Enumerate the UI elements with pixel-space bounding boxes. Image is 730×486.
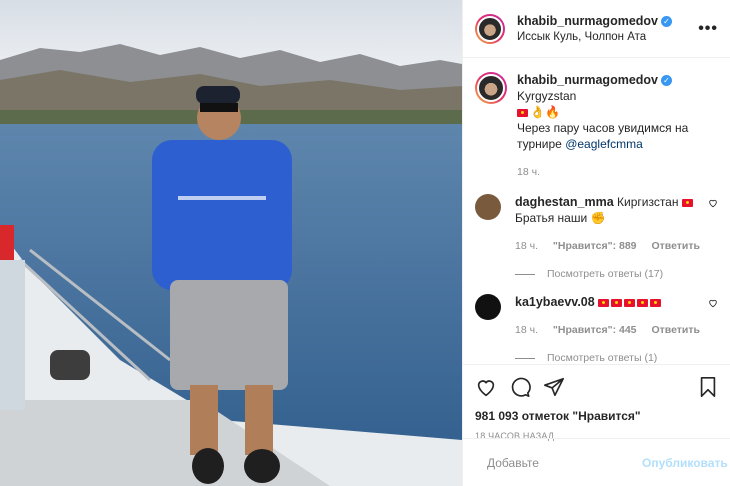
comment-emoji: ✊ [590, 211, 606, 225]
commenter-avatar[interactable] [475, 294, 501, 320]
comment-username[interactable]: ka1ybaevv.08 [515, 295, 595, 309]
author-avatar[interactable] [475, 13, 505, 44]
kyrgyzstan-flag-icon [624, 298, 636, 307]
comment-time[interactable]: 18 ч. [515, 240, 538, 252]
view-replies-label: Посмотреть ответы (1) [547, 352, 658, 364]
comment-item: daghestan_mma Киргизстан Братья наши ✊ 1… [475, 194, 718, 254]
post-side-panel: khabib_nurmagomedov ✓ Иссык Куль, Чолпон … [462, 0, 730, 486]
kyrgyzstan-flag-icon [681, 198, 693, 207]
view-replies-button[interactable]: Посмотреть ответы (1) [515, 352, 718, 364]
add-comment-bar: Опубликовать [463, 438, 730, 486]
like-comment-heart-icon[interactable] [708, 198, 718, 208]
comment-input[interactable] [487, 455, 642, 470]
commenter-avatar[interactable] [475, 194, 501, 220]
kyrgyzstan-flag-icon [650, 298, 662, 307]
post-photo[interactable] [0, 0, 462, 486]
kyrgyzstan-flag-icon [517, 108, 528, 117]
comment-text-lead: Киргизстан [617, 195, 679, 209]
author-username[interactable]: khabib_nurmagomedov [517, 14, 658, 28]
reply-button[interactable]: Ответить [651, 240, 700, 252]
caption: khabib_nurmagomedov ✓ Kyrgyzstan 👌🔥 Через… [475, 72, 718, 180]
post-header: khabib_nurmagomedov ✓ Иссык Куль, Чолпон … [463, 0, 730, 58]
comment-likes[interactable]: "Нравится": 889 [553, 240, 637, 252]
kyrgyzstan-flag-icon [598, 298, 610, 307]
caption-username[interactable]: khabib_nurmagomedov [517, 73, 658, 87]
comment-item: ka1ybaevv.08 18 ч. "Нравится": 445 Ответ… [475, 294, 718, 338]
comment-text: Братья наши [515, 211, 588, 225]
caption-mention-link[interactable]: @eaglefcmma [565, 137, 643, 151]
caption-emoji: 👌🔥 [530, 105, 560, 119]
reply-button[interactable]: Ответить [651, 324, 700, 336]
like-comment-heart-icon[interactable] [708, 298, 718, 308]
verified-icon: ✓ [661, 75, 672, 87]
verified-icon: ✓ [661, 15, 672, 27]
likes-count[interactable]: 981 093 отметок "Нравится" [475, 409, 718, 423]
post-actions: 981 093 отметок "Нравится" 18 ЧАСОВ НАЗА… [463, 364, 730, 441]
caption-time[interactable]: 18 ч. [517, 166, 540, 178]
comment-bubble-icon[interactable] [509, 376, 531, 398]
comment-username[interactable]: daghestan_mma [515, 195, 614, 209]
caption-text-lead: Kyrgyzstan [517, 89, 577, 103]
view-replies-button[interactable]: Посмотреть ответы (17) [515, 268, 718, 280]
comment-likes[interactable]: "Нравится": 445 [553, 324, 637, 336]
view-replies-label: Посмотреть ответы (17) [547, 268, 664, 280]
more-dots-icon[interactable]: ••• [698, 20, 718, 38]
photo-image [0, 0, 462, 486]
post-location[interactable]: Иссык Куль, Чолпон Ата [517, 29, 698, 45]
bookmark-icon[interactable] [698, 376, 718, 398]
caption-avatar[interactable] [475, 72, 507, 104]
kyrgyzstan-flag-icon [637, 298, 649, 307]
like-heart-icon[interactable] [475, 376, 497, 398]
publish-button[interactable]: Опубликовать [642, 456, 728, 470]
share-paper-plane-icon[interactable] [543, 376, 565, 398]
comments-list: khabib_nurmagomedov ✓ Kyrgyzstan 👌🔥 Через… [463, 58, 730, 364]
comment-time[interactable]: 18 ч. [515, 324, 538, 336]
kyrgyzstan-flag-icon [611, 298, 623, 307]
